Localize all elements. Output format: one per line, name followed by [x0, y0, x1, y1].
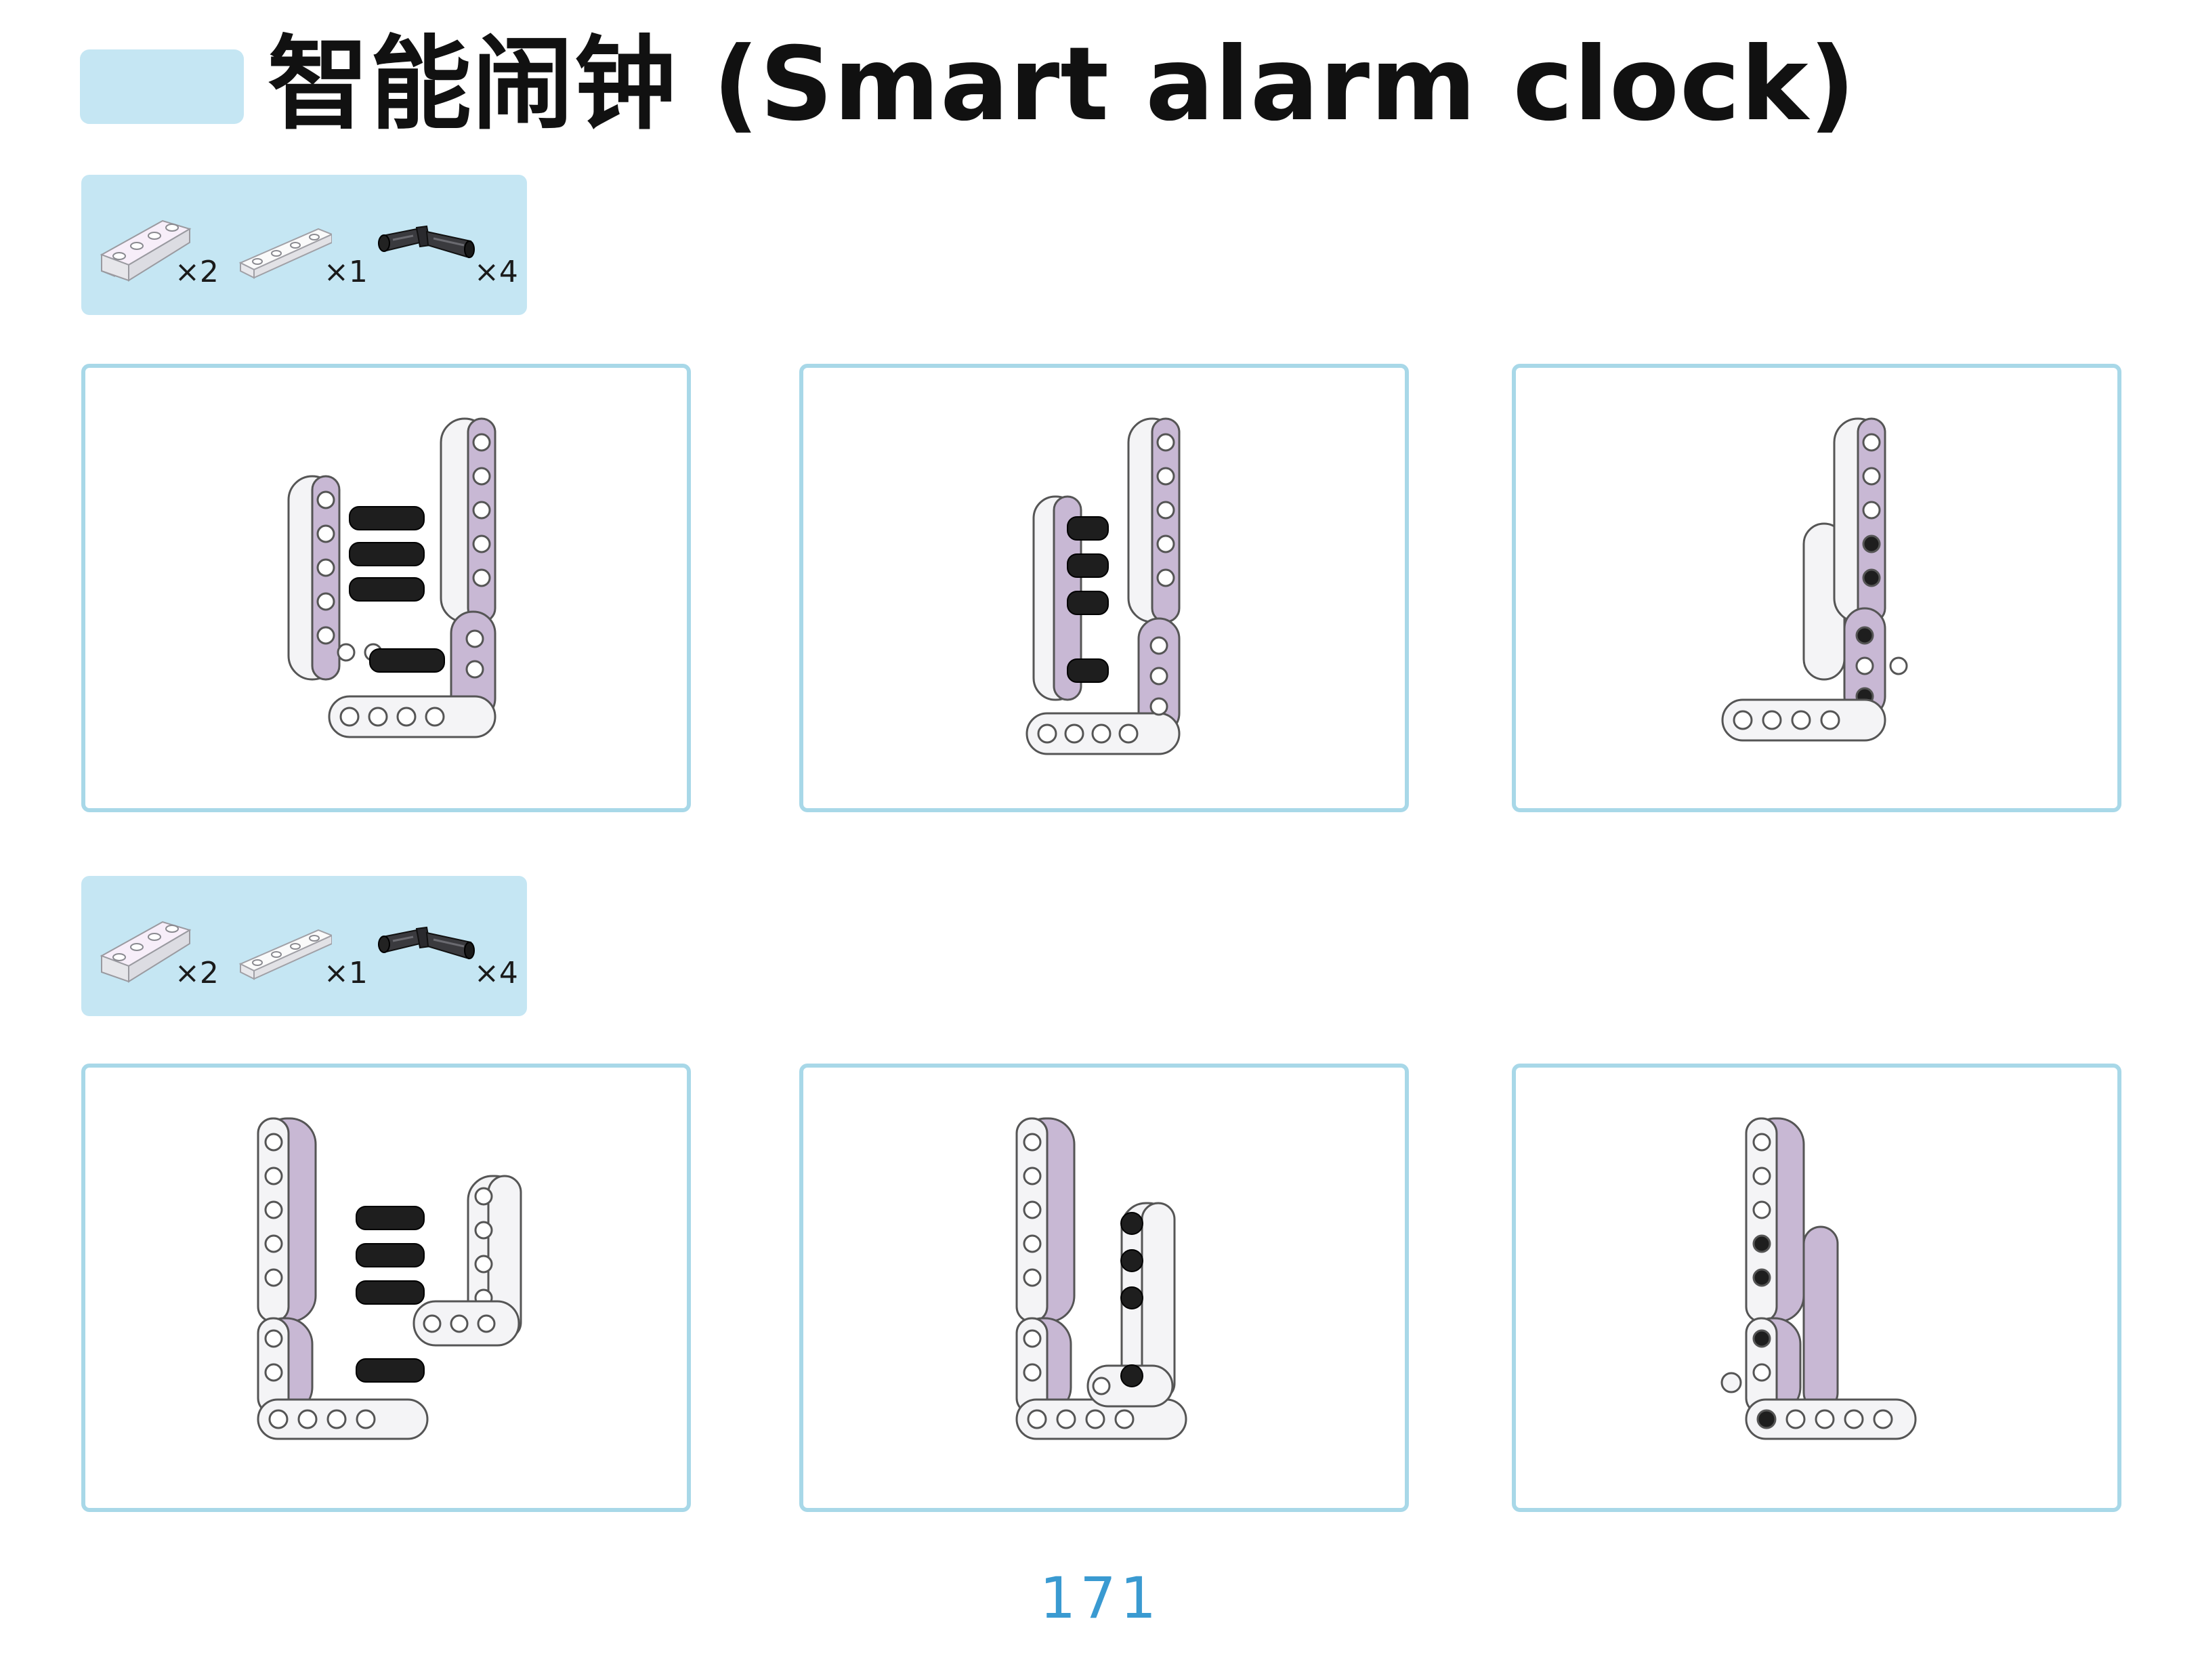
parts-list: ×2 ×1 ×4 [81, 876, 527, 1016]
instruction-panel [1512, 1064, 2121, 1512]
assembly-step-2-icon [1025, 417, 1181, 755]
quantity-label: ×1 [324, 956, 368, 990]
parts-item: ×2 [81, 175, 219, 315]
lilac-l-beam-icon [100, 921, 192, 983]
parts-list: ×2 ×1 ×4 [81, 175, 527, 315]
title-accent-block [80, 49, 244, 124]
lilac-l-beam-icon [100, 219, 192, 282]
quantity-label: ×4 [474, 255, 518, 289]
parts-item: ×2 [81, 876, 219, 1016]
black-pin-icon [378, 926, 475, 960]
instruction-panel [81, 1064, 691, 1512]
quantity-label: ×2 [175, 956, 219, 990]
assembly-step-3-icon [1721, 417, 1908, 742]
quantity-label: ×2 [175, 255, 219, 289]
page-number: 171 [1039, 1565, 1161, 1631]
parts-item: ×1 [230, 876, 368, 1016]
black-pin-icon [378, 225, 475, 259]
quantity-label: ×4 [474, 956, 518, 990]
parts-item: ×4 [366, 876, 527, 1016]
quantity-label: ×1 [324, 255, 368, 289]
white-straight-beam-icon [238, 228, 332, 279]
instruction-panel [799, 1064, 1409, 1512]
instruction-panel [799, 364, 1409, 812]
instruction-panel [81, 364, 691, 812]
assembly-step-5-icon [1015, 1117, 1187, 1440]
page-title: 智能闹钟 (Smart alarm clock) [268, 26, 1857, 144]
white-straight-beam-icon [238, 929, 332, 980]
assembly-step-1-icon [287, 417, 496, 738]
parts-item: ×1 [230, 175, 368, 315]
assembly-step-6-icon [1720, 1117, 1917, 1440]
parts-item: ×4 [366, 175, 527, 315]
assembly-step-4-icon [257, 1117, 522, 1440]
instruction-panel [1512, 364, 2121, 812]
